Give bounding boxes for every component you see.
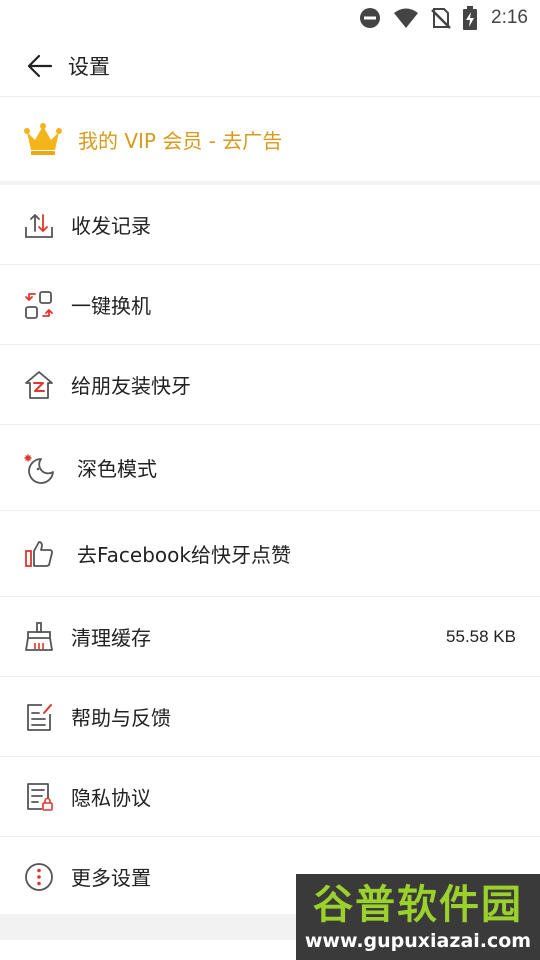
- menu-item-label: 给朋友装快牙: [71, 374, 191, 398]
- menu-item-label: 深色模式: [77, 457, 157, 481]
- no-sim-icon: [431, 8, 451, 29]
- phone-switch-icon: [25, 290, 53, 319]
- vip-label: 我的 VIP 会员 - 去广告: [78, 128, 283, 153]
- more-vertical-icon: [25, 862, 53, 891]
- menu-item-clear-cache[interactable]: 清理缓存 55.58 KB: [0, 597, 540, 677]
- arrow-left-icon: [27, 54, 53, 78]
- vip-membership-row[interactable]: 我的 VIP 会员 - 去广告: [0, 97, 540, 181]
- install-house-icon: [25, 370, 53, 399]
- menu-item-label: 一键换机: [71, 294, 151, 318]
- watermark-url: www.gupuxiazai.com: [304, 930, 532, 952]
- status-icons: 2:16: [359, 6, 528, 30]
- menu-item-install-for-friend[interactable]: 给朋友装快牙: [0, 345, 540, 425]
- menu-item-phone-switch[interactable]: 一键换机: [0, 265, 540, 345]
- battery-charging-icon: [463, 6, 478, 30]
- feedback-document-icon: [27, 703, 52, 731]
- transfer-history-icon: [25, 213, 53, 238]
- menu-item-label: 清理缓存: [71, 626, 151, 650]
- back-button[interactable]: [20, 46, 60, 86]
- thumbs-up-icon: [25, 540, 53, 567]
- privacy-document-icon: [27, 782, 53, 811]
- app-bar: 设置: [0, 36, 540, 97]
- menu-item-label: 去Facebook给快牙点赞: [77, 543, 291, 567]
- broom-icon: [25, 621, 53, 651]
- watermark-main-text: 谷普软件园: [313, 882, 523, 928]
- menu-item-help-feedback[interactable]: 帮助与反馈: [0, 677, 540, 757]
- menu-item-facebook-like[interactable]: 去Facebook给快牙点赞: [0, 511, 540, 597]
- menu-item-label: 更多设置: [71, 866, 151, 890]
- dnd-icon: [360, 8, 381, 28]
- wifi-icon: [394, 8, 419, 28]
- menu-item-label: 收发记录: [71, 214, 151, 238]
- crown-icon: [24, 123, 62, 155]
- menu-item-privacy-policy[interactable]: 隐私协议: [0, 757, 540, 837]
- settings-menu: 收发记录 一键换机 给朋友装快牙 深色模式 去Facebook给快牙点赞 清理缓…: [0, 185, 540, 916]
- moon-icon: [24, 453, 54, 484]
- status-time: 2:16: [491, 7, 528, 28]
- menu-item-label: 隐私协议: [71, 786, 151, 810]
- status-bar: 2:16: [0, 0, 540, 36]
- menu-item-label: 帮助与反馈: [71, 706, 171, 730]
- menu-item-dark-mode[interactable]: 深色模式: [0, 425, 540, 511]
- menu-item-transfer-history[interactable]: 收发记录: [0, 185, 540, 265]
- page-title: 设置: [68, 55, 110, 79]
- watermark-logo: 谷普软件园 www.gupuxiazai.com: [296, 874, 540, 960]
- cache-size-value: 55.58 KB: [446, 626, 516, 646]
